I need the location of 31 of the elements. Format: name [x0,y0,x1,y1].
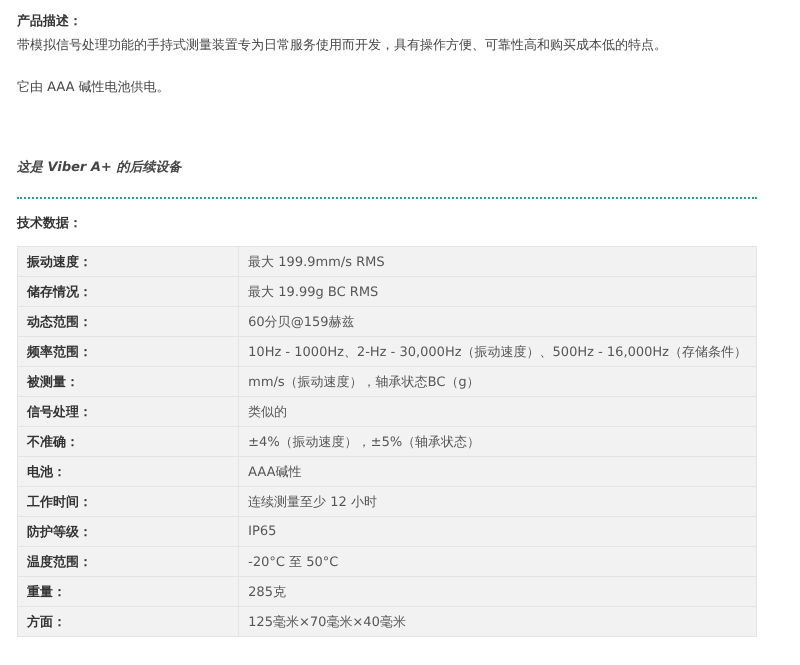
spec-value: AAA碱性 [238,456,756,486]
section-heading: 产品描述： [17,12,83,31]
spec-label: 方面： [18,606,239,636]
spec-value: 285克 [238,576,756,606]
spec-value: 最大 19.99g BC RMS [238,276,756,306]
spec-label: 防护等级： [18,516,239,546]
successor-note: 这是 Viber A+ 的后续设备 [17,158,184,177]
spec-value: -20°C 至 50°C [238,546,756,576]
spec-value: 连续测量至少 12 小时 [238,486,756,516]
spec-label: 重量： [18,576,239,606]
spec-label: 动态范围： [18,306,239,336]
spec-label: 信号处理： [18,396,239,426]
spec-value: IP65 [238,516,756,546]
description-paragraph: 带模拟信号处理功能的手持式测量装置专为日常服务使用而开发，具有操作方便、可靠性高和购买成本低的特点。 [17,37,668,55]
spec-value: 125毫米×70毫米×40毫米 [238,606,756,636]
spec-value: ±4%（振动速度），±5%（轴承状态） [238,426,756,456]
spec-label: 工作时间： [18,486,239,516]
spec-label: 电池： [18,456,239,486]
spec-label: 频率范围： [18,336,239,366]
spec-value: 类似的 [238,396,756,426]
spec-label: 不准确： [18,426,239,456]
spec-value: 10Hz - 1000Hz、2-Hz - 30,000Hz（振动速度）、500Hz - 16,000Hz（存储条件） [238,336,756,366]
spec-label: 温度范围： [18,546,239,576]
spec-value: 60分贝@159赫兹 [238,306,756,336]
spec-value: 最大 199.9mm/s RMS [238,246,756,276]
spec-label: 储存情况： [18,276,239,306]
spec-label: 振动速度： [18,246,239,276]
description-paragraph: 它由 AAA 碱性电池供电。 [17,79,171,97]
spec-value: mm/s（振动速度），轴承状态BC（g） [238,366,756,396]
spec-label: 被测量： [18,366,239,396]
section-heading: 技术数据： [17,215,83,233]
